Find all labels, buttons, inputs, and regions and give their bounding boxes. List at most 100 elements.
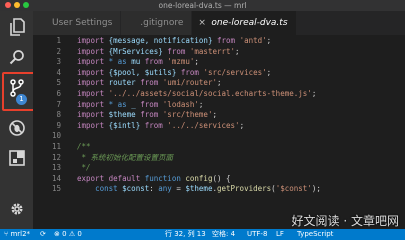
code-token: ; — [235, 46, 240, 56]
explorer-button[interactable] — [0, 13, 33, 41]
code-token: import — [77, 78, 109, 88]
encoding[interactable]: UTF-8 — [247, 229, 267, 240]
line-code: * 系统初始化配置设置页面 — [77, 152, 174, 163]
line-number: 11 — [51, 142, 61, 151]
cursor-position[interactable]: 行 32, 列 13 — [165, 229, 206, 240]
code-token: 'umi/router' — [162, 78, 217, 88]
code-line[interactable]: 11 /** — [33, 142, 405, 152]
code-token: import — [77, 89, 109, 98]
code-token: 'src/services' — [203, 67, 267, 77]
code-token: = — [171, 184, 186, 194]
sync-icon[interactable]: ⟳ — [40, 229, 46, 240]
line-number: 14 — [51, 173, 61, 183]
line-code: export default function config() { — [77, 174, 231, 184]
no-bug-icon — [8, 120, 25, 136]
code-token: const — [95, 184, 123, 194]
files-icon — [9, 18, 25, 36]
line-number: 9 — [56, 120, 61, 130]
code-token: * as — [108, 57, 132, 67]
code-token: : — [149, 184, 159, 194]
code-token: {$pool, $utils} — [108, 67, 177, 77]
search-button[interactable] — [0, 43, 33, 71]
code-line[interactable]: 2 import {MrServices} from 'masterrt'; — [33, 47, 405, 57]
code-token: ; — [266, 67, 272, 77]
manage-button[interactable] — [0, 195, 33, 223]
code-line[interactable]: 9 import {$intl} from '../../services'; — [33, 121, 405, 131]
code-token: ; — [198, 99, 204, 109]
code-line[interactable]: 4 import {$pool, $utils} from 'src/servic… — [33, 68, 405, 78]
code-token: 'mzmu' — [167, 57, 195, 67]
watermark-text: 好文阅读 · 文章吧网 — [291, 214, 399, 228]
tab-gitignore[interactable]: .gitignore — [121, 11, 193, 35]
code-token: '$const' — [275, 184, 312, 194]
code-line[interactable]: 14 export default function config() { — [33, 174, 405, 184]
line-number: 15 — [51, 184, 61, 194]
code-token: * 系统初始化配置设置页面 — [77, 152, 174, 162]
code-token: {$intl} — [108, 120, 141, 130]
line-ending[interactable]: LF — [276, 229, 284, 240]
line-code: import * as _ from 'lodash'; — [77, 100, 203, 110]
code-token: $theme — [108, 110, 136, 120]
code-token: ; — [194, 57, 199, 67]
code-token: default — [108, 173, 145, 183]
problems-indicator[interactable]: ⊗ 0 ⚠ 0 — [54, 229, 82, 240]
indentation[interactable]: 空格: 4 — [212, 229, 235, 240]
code-token: () { — [212, 173, 231, 183]
code-token: from — [212, 36, 240, 45]
extensions-button[interactable] — [0, 144, 33, 172]
line-number: 3 — [56, 57, 61, 67]
code-line[interactable]: 3 import * as mu from 'mzmu'; — [33, 57, 405, 67]
line-number: 5 — [56, 78, 61, 88]
line-code: import {$pool, $utils} from 'src/service… — [77, 68, 271, 78]
error-icon: ⊗ — [54, 230, 60, 238]
code-token: router — [108, 78, 136, 88]
code-line[interactable]: 15 const $const: any = $theme.getProvide… — [33, 184, 405, 194]
code-line[interactable]: 8 import $theme from 'src/theme'; — [33, 110, 405, 120]
code-token: from — [135, 110, 163, 120]
code-token: import — [77, 46, 109, 56]
code-token: any — [158, 184, 172, 194]
tab-close-icon[interactable]: × — [198, 18, 206, 28]
code-line[interactable]: 13 */ — [33, 163, 405, 173]
code-token: from — [140, 120, 168, 130]
tab-user-settings[interactable]: User Settings — [33, 11, 122, 35]
line-number: 10 — [51, 131, 61, 141]
vscode-window: one-loreal-dva.ts — mrl 1 User Settings … — [0, 0, 405, 240]
tab-one-loreal-dva[interactable]: × one-loreal-dva.ts — [192, 11, 297, 35]
code-token: /** — [77, 142, 91, 151]
code-token: function — [144, 173, 186, 183]
code-token: ; — [311, 89, 317, 98]
code-line[interactable]: 6 import '../../assets/social/social.echa… — [33, 89, 405, 99]
gear-icon — [11, 203, 22, 215]
code-token: 'antd' — [239, 36, 267, 45]
code-token: 'masterrt' — [189, 46, 236, 56]
code-line[interactable]: 5 import router from 'umi/router'; — [33, 78, 405, 88]
activity-bar — [0, 11, 33, 229]
code-token: from — [135, 99, 163, 109]
code-token: mu — [131, 57, 141, 67]
debug-button[interactable] — [0, 114, 33, 142]
title-bar: one-loreal-dva.ts — mrl — [0, 0, 405, 11]
code-token: from — [162, 46, 190, 56]
line-number: 8 — [56, 110, 61, 120]
code-line[interactable]: 1 import {message, notification} from 'an… — [33, 36, 405, 46]
code-line[interactable]: 10 — [33, 131, 405, 141]
status-bar: ⑂ mrl2* ⟳ ⊗ 0 ⚠ 0 行 32, 列 13 空格: 4 UTF-8… — [0, 229, 405, 240]
code-token: from — [135, 78, 163, 88]
code-token: 'lodash' — [162, 99, 199, 109]
code-line[interactable]: 12 * 系统初始化配置设置页面 — [33, 153, 405, 163]
line-number: 12 — [51, 152, 61, 162]
line-code: */ — [77, 163, 91, 173]
branch-indicator[interactable]: ⑂ mrl2* — [4, 229, 30, 240]
code-editor[interactable]: 1 import {message, notification} from 'an… — [33, 35, 405, 229]
code-token: import — [77, 120, 109, 130]
warning-icon: ⚠ — [68, 230, 76, 238]
scm-changes-badge: 1 — [16, 94, 27, 105]
language-mode[interactable]: TypeScript — [297, 229, 333, 240]
code-token: import — [77, 57, 109, 67]
code-line[interactable]: 7 import * as _ from 'lodash'; — [33, 100, 405, 110]
tab-label: .gitignore — [140, 18, 184, 28]
line-number: 6 — [56, 89, 61, 98]
code-token: {message, notification} — [108, 36, 213, 45]
